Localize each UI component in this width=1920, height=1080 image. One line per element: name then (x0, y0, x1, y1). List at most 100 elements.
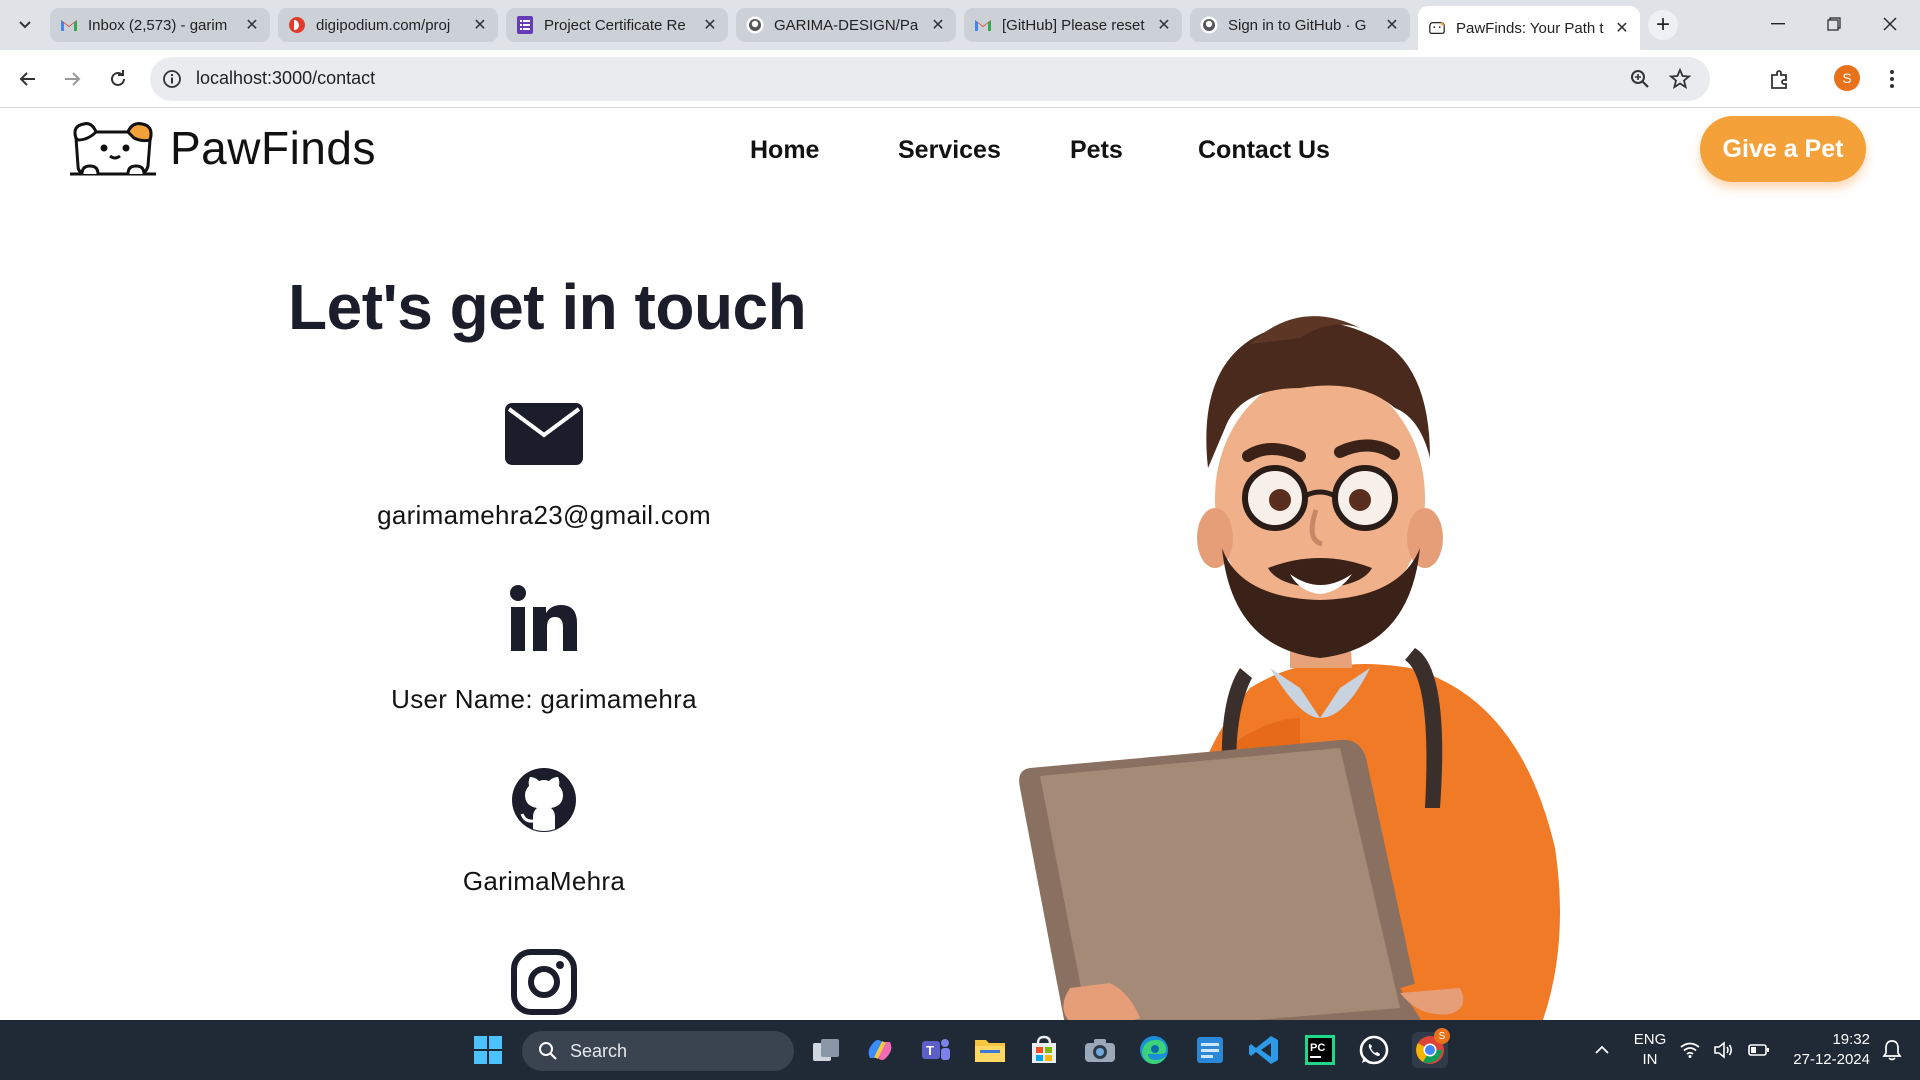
github-icon[interactable] (504, 764, 584, 836)
close-icon[interactable]: ✕ (1156, 15, 1172, 35)
show-hidden-icons-button[interactable] (1584, 1032, 1620, 1068)
edge-button[interactable] (1136, 1032, 1172, 1068)
notifications-button[interactable] (1874, 1032, 1910, 1068)
web-page: PawFinds Home Services Pets Contact Us G… (0, 108, 1920, 1020)
restore-icon (1827, 17, 1841, 31)
start-button[interactable] (470, 1032, 506, 1068)
bookmark-star-icon[interactable] (1668, 67, 1692, 91)
file-explorer-button[interactable] (972, 1032, 1008, 1068)
clock[interactable]: 19:32 27-12-2024 (1774, 1030, 1870, 1070)
browser-menu-button[interactable] (1878, 65, 1906, 93)
vscode-button[interactable] (1246, 1032, 1282, 1068)
github-icon (1200, 16, 1218, 34)
tab-pawfinds[interactable]: PawFinds: Your Path t ✕ (1418, 6, 1640, 50)
clock-date: 27-12-2024 (1793, 1051, 1870, 1068)
svg-text:PC: PC (1310, 1042, 1325, 1054)
new-tab-button[interactable]: + (1648, 10, 1678, 40)
tab-title: Inbox (2,573) - garim (88, 16, 228, 34)
tab-project-certificate[interactable]: Project Certificate Re ✕ (506, 8, 728, 42)
chrome-profile-badge: S (1434, 1028, 1450, 1044)
address-bar[interactable]: localhost:3000/contact (150, 57, 1710, 101)
windows-logo-icon (474, 1036, 502, 1064)
close-icon[interactable]: ✕ (702, 15, 718, 35)
email-text[interactable]: garimamehra23@gmail.com (244, 500, 844, 531)
clock-time: 19:32 (1832, 1031, 1870, 1048)
tab-inbox[interactable]: Inbox (2,573) - garim ✕ (50, 8, 270, 42)
wifi-icon (1680, 1042, 1700, 1058)
tab-github-reset[interactable]: [GitHub] Please reset ✕ (964, 8, 1182, 42)
tab-title: Sign in to GitHub · G (1228, 16, 1367, 34)
tab-search-button[interactable] (10, 10, 40, 40)
copilot-button[interactable] (862, 1032, 898, 1068)
minimize-button[interactable] (1756, 8, 1800, 40)
linkedin-username-text[interactable]: User Name: garimamehra (244, 684, 844, 715)
tab-github-signin[interactable]: Sign in to GitHub · G ✕ (1190, 8, 1410, 42)
close-icon[interactable]: ✕ (472, 15, 488, 35)
whatsapp-button[interactable] (1356, 1032, 1392, 1068)
forms-icon (516, 16, 534, 34)
tab-digipodium[interactable]: digipodium.com/proj ✕ (278, 8, 498, 42)
site-info-icon[interactable] (160, 67, 184, 91)
forward-button[interactable] (56, 63, 88, 95)
camera-button[interactable] (1082, 1032, 1118, 1068)
tab-title: Project Certificate Re (544, 16, 686, 34)
close-icon[interactable]: ✕ (244, 15, 260, 35)
logo-text: PawFinds (170, 122, 376, 174)
tab-title: GARIMA-DESIGN/Pa (774, 16, 919, 34)
search-label: Search (570, 1040, 628, 1061)
pawfinds-icon (1428, 19, 1446, 37)
linkedin-icon[interactable] (504, 582, 584, 654)
vscode-icon (1249, 1036, 1278, 1064)
system-tray[interactable] (1680, 1032, 1770, 1068)
restore-button[interactable] (1812, 8, 1856, 40)
word-button[interactable] (1192, 1032, 1228, 1068)
tab-title: PawFinds: Your Path t (1456, 19, 1604, 37)
arrow-right-icon (65, 72, 81, 86)
close-icon[interactable]: ✕ (930, 15, 946, 35)
task-view-button[interactable] (808, 1032, 844, 1068)
close-icon[interactable]: ✕ (1614, 18, 1630, 38)
teams-icon: T (922, 1039, 950, 1060)
nav-home[interactable]: Home (750, 136, 819, 165)
close-icon[interactable]: ✕ (1384, 15, 1400, 35)
minimize-icon (1771, 23, 1785, 25)
dog-logo-icon (70, 122, 156, 176)
puzzle-icon (1771, 70, 1787, 89)
nav-contact-us[interactable]: Contact Us (1198, 136, 1330, 165)
github-username-text[interactable]: GarimaMehra (244, 866, 844, 897)
bell-icon (1882, 1040, 1902, 1061)
nav-services[interactable]: Services (898, 136, 1001, 165)
profile-avatar[interactable]: S (1834, 65, 1860, 91)
tab-garima-design[interactable]: GARIMA-DESIGN/Pa ✕ (736, 8, 956, 42)
gmail-icon (974, 16, 992, 34)
reload-button[interactable] (102, 63, 134, 95)
zoom-icon[interactable] (1628, 67, 1652, 91)
url-text[interactable]: localhost:3000/contact (196, 68, 375, 89)
close-window-button[interactable] (1868, 8, 1912, 40)
edge-icon (1140, 1036, 1168, 1064)
browser-toolbar: localhost:3000/contact S (0, 50, 1920, 108)
language-indicator[interactable]: ENG IN (1628, 1030, 1672, 1070)
envelope-icon[interactable] (504, 398, 584, 470)
character-illustration (1019, 316, 1560, 1020)
teams-button[interactable]: T (918, 1032, 954, 1068)
extensions-button[interactable] (1766, 65, 1794, 93)
language-code: ENG (1633, 1031, 1667, 1048)
site-logo[interactable]: PawFinds (68, 118, 376, 178)
give-a-pet-button[interactable]: Give a Pet (1700, 116, 1866, 182)
gmail-icon (60, 16, 78, 34)
taskbar-search[interactable]: Search (522, 1031, 794, 1071)
copilot-icon (868, 1040, 892, 1060)
instagram-icon[interactable] (504, 946, 584, 1018)
store-button[interactable] (1026, 1032, 1062, 1068)
back-button[interactable] (12, 63, 44, 95)
chevron-up-icon (1595, 1045, 1609, 1054)
reload-icon (111, 70, 125, 86)
nav-pets[interactable]: Pets (1070, 136, 1123, 165)
tab-title: digipodium.com/proj (316, 16, 451, 34)
whatsapp-icon (1359, 1035, 1389, 1065)
page-title: Let's get in touch (288, 271, 807, 343)
kebab-menu-icon (1890, 70, 1894, 88)
svg-text:T: T (926, 1043, 934, 1058)
pycharm-button[interactable]: PC (1302, 1032, 1338, 1068)
